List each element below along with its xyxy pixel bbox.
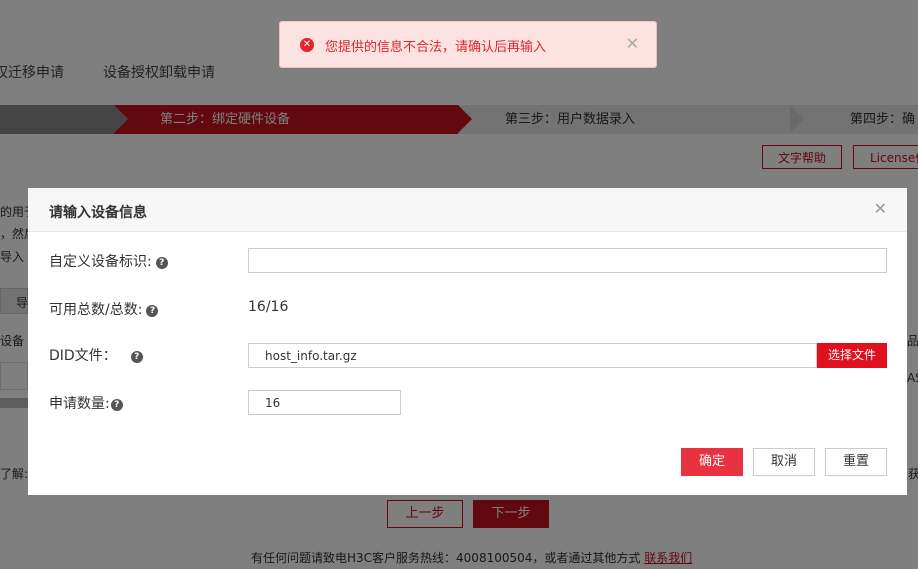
custom-id-label-text: 自定义设备标识: <box>49 254 152 270</box>
did-file-label-text: DID文件： <box>49 348 117 364</box>
available-total-label: 可用总数/总数:? <box>49 299 159 319</box>
help-icon[interactable]: ? <box>110 399 123 411</box>
available-total-value: 16/16 <box>248 299 289 315</box>
available-total-label-text: 可用总数/总数: <box>49 302 143 318</box>
custom-id-input[interactable] <box>248 248 887 273</box>
close-icon[interactable]: ✕ <box>874 199 887 218</box>
close-icon[interactable]: ✕ <box>626 34 639 53</box>
confirm-button[interactable]: 确定 <box>681 448 743 476</box>
did-file-label: DID文件：? <box>49 345 143 365</box>
reset-button[interactable]: 重置 <box>825 448 887 476</box>
error-toast: ✕ 您提供的信息不合法，请确认后再输入 ✕ <box>279 21 657 68</box>
help-icon[interactable]: ? <box>155 257 168 269</box>
help-icon[interactable]: ? <box>130 351 143 363</box>
did-file-input[interactable] <box>248 343 817 368</box>
toast-message: 您提供的信息不合法，请确认后再输入 <box>325 40 547 55</box>
dialog-title: 请输入设备信息 <box>49 205 147 221</box>
quantity-input[interactable] <box>248 390 401 415</box>
device-info-dialog: 请输入设备信息 ✕ 自定义设备标识:? 可用总数/总数:? 16/16 DID文… <box>28 188 907 495</box>
help-icon[interactable]: ? <box>146 305 159 317</box>
cancel-button[interactable]: 取消 <box>753 448 815 476</box>
dialog-header: 请输入设备信息 ✕ <box>28 188 907 232</box>
custom-id-label: 自定义设备标识:? <box>49 251 168 271</box>
x-circle-icon: ✕ <box>300 38 314 52</box>
quantity-label-text: 申请数量: <box>49 396 110 412</box>
choose-file-button[interactable]: 选择文件 <box>817 343 887 368</box>
quantity-label: 申请数量:? <box>49 393 123 413</box>
